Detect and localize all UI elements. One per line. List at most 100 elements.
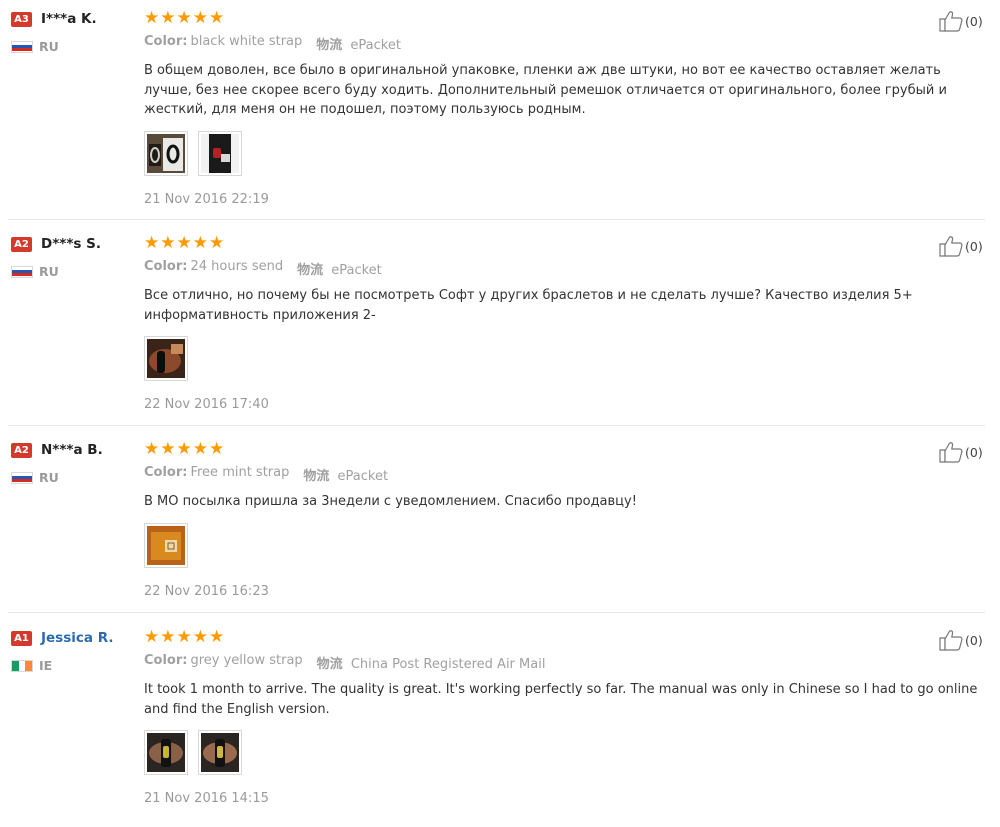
review-text: It took 1 month to arrive. The quality i…: [144, 682, 978, 717]
color-label: Color:: [144, 465, 188, 480]
star-icon: ★: [160, 627, 176, 647]
color-label: Color:: [144, 259, 188, 274]
star-rating: ★ ★ ★ ★ ★: [144, 233, 979, 253]
star-rating: ★ ★ ★ ★ ★: [144, 439, 979, 459]
buyer-level-badge: A2: [11, 236, 32, 252]
thumbs-up-icon: [939, 630, 963, 651]
star-icon: ★: [209, 8, 225, 28]
review-divider: [8, 425, 985, 426]
review-date: 22 Nov 2016 17:40: [144, 397, 269, 412]
star-icon: ★: [144, 233, 160, 253]
review-photos: [144, 336, 979, 381]
reviewer-name: I***a K.: [41, 11, 97, 27]
buyer-level-badge: A2: [11, 442, 32, 458]
star-rating: ★ ★ ★ ★ ★: [144, 8, 979, 28]
wrist-photo-icon: [147, 339, 185, 378]
box-photo-icon: [147, 133, 185, 173]
reviewer-info: A2 D***s S. RU: [11, 235, 131, 279]
color-label: Color:: [144, 34, 188, 49]
review-body: ★ ★ ★ ★ ★ Color: 24 hours send 物流 ePacket Вс…: [144, 235, 979, 412]
star-icon: ★: [144, 627, 160, 647]
color-value: black white strap: [190, 34, 303, 49]
star-icon: ★: [160, 233, 176, 253]
review-divider: [8, 219, 985, 220]
reviewer-country: RU: [39, 264, 59, 279]
star-icon: ★: [192, 627, 208, 647]
package-photo-icon: [147, 525, 185, 565]
shipping-value: ePacket: [350, 38, 401, 53]
star-icon: ★: [209, 233, 225, 253]
reviewer-country: RU: [39, 39, 59, 54]
reviewer-country: RU: [39, 470, 59, 485]
band-photo-icon: [201, 133, 239, 173]
star-icon: ★: [176, 439, 192, 459]
review-date: 21 Nov 2016 22:19: [144, 191, 269, 207]
star-icon: ★: [176, 233, 192, 253]
review-photo-thumbnail[interactable]: [144, 522, 188, 568]
wrist-photo-icon: [201, 733, 239, 772]
reviewer-name: N***a B.: [41, 442, 103, 458]
reviewer-info: A3 I***a K. RU: [11, 10, 131, 54]
star-icon: ★: [209, 439, 225, 459]
review-body: ★ ★ ★ ★ ★ Color: grey yellow strap 物流 China …: [144, 629, 979, 806]
review-photo-thumbnail[interactable]: [144, 336, 188, 381]
review-photo-thumbnail[interactable]: [144, 130, 188, 176]
order-attributes: Color: black white strap 物流 ePacket: [144, 34, 979, 53]
review-photos: [144, 522, 979, 568]
order-attributes: Color: grey yellow strap 物流 China Post R…: [144, 653, 979, 672]
order-attributes: Color: 24 hours send 物流 ePacket: [144, 259, 979, 278]
review-text: Все отлично, но почему бы не посмотреть …: [144, 288, 913, 323]
russia-flag-icon: [11, 471, 33, 484]
color-value: grey yellow strap: [190, 653, 303, 668]
order-attributes: Color: Free mint strap 物流 ePacket: [144, 465, 979, 484]
thumbs-up-icon: [939, 442, 963, 463]
thumbs-up-icon: [939, 11, 963, 32]
reviewer-info: A2 N***a B. RU: [11, 441, 131, 485]
star-icon: ★: [192, 233, 208, 253]
helpful-button[interactable]: (0): [939, 235, 983, 257]
helpful-button[interactable]: (0): [939, 629, 983, 651]
helpful-count: (0): [965, 632, 983, 648]
review-photos: [144, 130, 979, 176]
review-divider: [8, 612, 985, 613]
shipping-label: 物流: [303, 469, 330, 484]
shipping-label: 物流: [316, 38, 343, 53]
shipping-value: ePacket: [331, 263, 382, 278]
reviewer-name: D***s S.: [41, 236, 101, 252]
review-text: В МО посылка пришла за 3недели с уведомл…: [144, 494, 637, 509]
review-date: 22 Nov 2016 16:23: [144, 583, 269, 599]
reviewer-name[interactable]: Jessica R.: [41, 630, 113, 646]
helpful-button[interactable]: (0): [939, 441, 983, 463]
shipping-value: China Post Registered Air Mail: [350, 657, 546, 672]
star-icon: ★: [160, 439, 176, 459]
review-photo-thumbnail[interactable]: [198, 130, 242, 176]
star-rating: ★ ★ ★ ★ ★: [144, 627, 979, 647]
thumbs-up-icon: [939, 236, 963, 257]
helpful-button[interactable]: (0): [939, 10, 983, 32]
review-photo-thumbnail[interactable]: [198, 730, 242, 775]
reviewer-country: IE: [39, 658, 53, 673]
review-photos: [144, 730, 979, 775]
helpful-count: (0): [965, 13, 983, 29]
review-photo-thumbnail[interactable]: [144, 730, 188, 775]
star-icon: ★: [192, 8, 208, 28]
star-icon: ★: [209, 627, 225, 647]
shipping-value: ePacket: [337, 469, 389, 484]
star-icon: ★: [176, 8, 192, 28]
review-body: ★ ★ ★ ★ ★ Color: black white strap 物流 ePacke…: [144, 10, 979, 207]
star-icon: ★: [144, 8, 160, 28]
shipping-label: 物流: [316, 657, 343, 672]
review-text: В общем доволен, все было в оригинальной…: [144, 63, 947, 117]
helpful-count: (0): [965, 238, 983, 254]
russia-flag-icon: [11, 265, 33, 278]
russia-flag-icon: [11, 40, 33, 53]
ireland-flag-icon: [11, 659, 33, 672]
color-value: Free mint strap: [190, 465, 290, 480]
wrist-photo-icon: [147, 733, 185, 772]
color-label: Color:: [144, 653, 188, 668]
reviewer-info: A1 Jessica R. IE: [11, 629, 131, 673]
star-icon: ★: [192, 439, 208, 459]
buyer-level-badge: A1: [11, 630, 32, 646]
helpful-count: (0): [965, 444, 983, 460]
shipping-label: 物流: [297, 263, 324, 278]
